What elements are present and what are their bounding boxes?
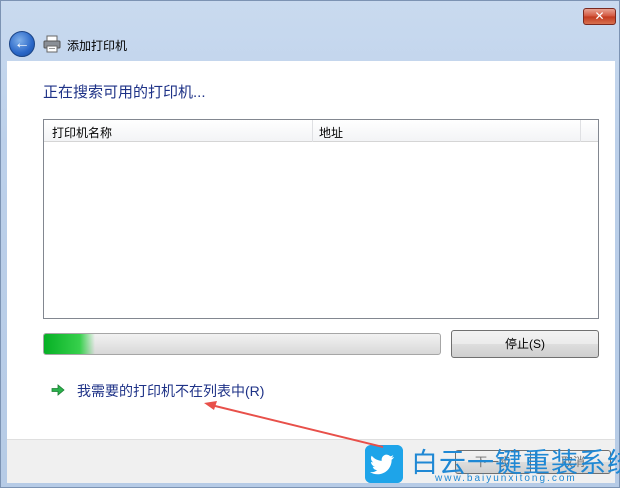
printer-list[interactable]: 打印机名称 地址 [43, 119, 599, 319]
search-progress-bar [43, 333, 441, 355]
column-header-printer-name[interactable]: 打印机名称 [52, 124, 112, 141]
window-title: 添加打印机 [67, 39, 128, 53]
printer-icon [43, 35, 61, 53]
twitter-bird-icon [365, 445, 403, 483]
list-header: 打印机名称 地址 [44, 120, 598, 142]
page-heading: 正在搜索可用的打印机... [43, 84, 206, 101]
column-header-address[interactable]: 地址 [319, 124, 343, 141]
back-arrow-icon: ← [14, 35, 30, 52]
stop-button[interactable]: 停止(S) [451, 330, 599, 358]
green-arrow-icon [51, 384, 65, 396]
printer-not-listed-label[interactable]: 我需要的打印机不在列表中(R) [77, 381, 264, 401]
column-separator[interactable] [580, 120, 581, 142]
window-frame: ✕ ← 添加打印机 正在搜索可用的打印机... 打印机名称 地址 停止(S) 我… [0, 0, 620, 488]
progress-fill [44, 334, 96, 354]
title-bar: ← 添加打印机 [7, 29, 615, 59]
close-button[interactable]: ✕ [583, 8, 616, 25]
watermark: 白云一键重装系统 www.baiyunxitong.com [365, 443, 620, 485]
watermark-url: www.baiyunxitong.com [435, 473, 577, 484]
back-button[interactable]: ← [9, 31, 35, 57]
wizard-content: 正在搜索可用的打印机... 打印机名称 地址 停止(S) 我需要的打印机不在列表… [7, 61, 615, 439]
column-separator[interactable] [312, 120, 313, 142]
